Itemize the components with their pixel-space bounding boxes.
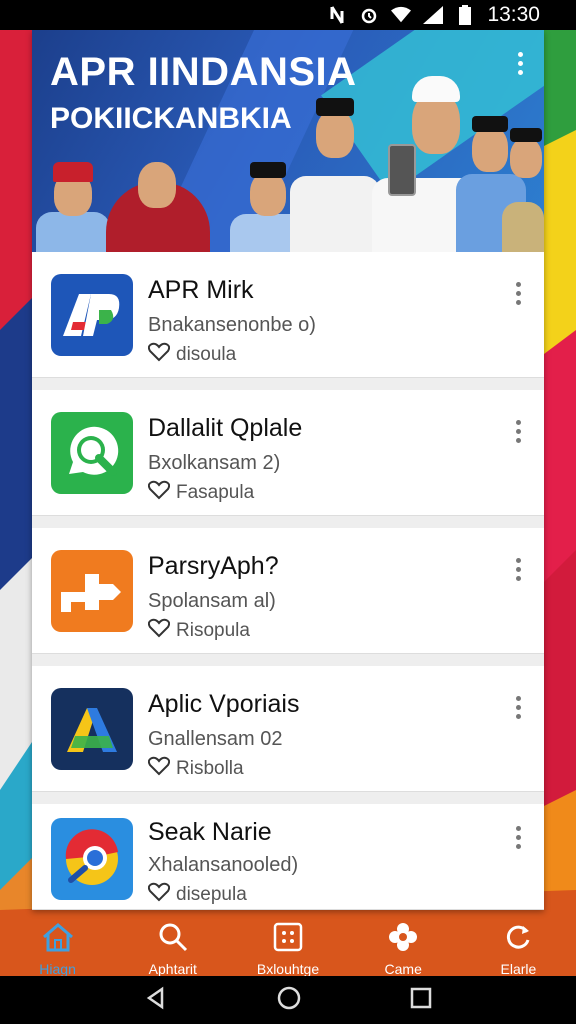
nav-label: Hiagn — [39, 961, 76, 977]
list-item[interactable]: Seak Narie Xhalansanooled) disepula — [32, 804, 544, 910]
app-subtitle: Xhalansanooled) — [148, 854, 299, 876]
app-list-card: APR IINDANSIA POKIICKANBKIA APR Mirk Bna… — [32, 30, 544, 910]
home-circle-icon[interactable] — [276, 985, 302, 1016]
apr-logo-icon — [51, 274, 133, 356]
nav-label: Bxlouhtge — [256, 961, 320, 977]
more-icon[interactable] — [516, 558, 522, 585]
nav-grid[interactable]: Bxlouhtge — [230, 910, 345, 977]
list-item[interactable]: APR Mirk Bnakansenonbe o) disoula — [32, 252, 544, 378]
grid-icon — [273, 922, 303, 957]
banner-person — [32, 152, 114, 252]
nav-game[interactable]: Came — [346, 910, 461, 977]
favorite-row[interactable]: Fasapula — [147, 480, 255, 506]
more-icon[interactable] — [516, 826, 522, 853]
favorite-row[interactable]: disepula — [147, 882, 247, 908]
home-icon — [41, 922, 75, 957]
app-name: Dallalit Qplale — [148, 414, 303, 442]
app-subtitle: Gnallensam 02 — [148, 728, 283, 750]
app-subtitle: Bnakansenonbe o) — [148, 314, 316, 336]
favorite-label: disepula — [176, 884, 247, 905]
heart-icon — [147, 618, 171, 644]
battery-icon — [455, 5, 475, 25]
banner-person — [502, 128, 544, 252]
nav-refresh[interactable]: Elarle — [461, 910, 576, 977]
favorite-row[interactable]: disoula — [147, 342, 237, 368]
wifi-icon — [391, 5, 412, 25]
more-icon[interactable] — [516, 282, 522, 309]
promo-banner[interactable]: APR IINDANSIA POKIICKANBKIA — [32, 30, 544, 252]
favorite-label: disoula — [176, 344, 237, 365]
search-icon — [158, 922, 188, 957]
favorite-label: Fasapula — [176, 482, 255, 503]
nav-label: Came — [384, 961, 422, 977]
recents-icon[interactable] — [410, 987, 432, 1014]
status-time: 13:30 — [487, 3, 540, 26]
more-icon[interactable] — [516, 696, 522, 723]
arrow-puzzle-icon — [51, 550, 133, 632]
refresh-icon — [503, 922, 533, 957]
magnifier-chat-icon — [51, 412, 133, 494]
heart-icon — [147, 882, 171, 908]
favorite-label: Risbolla — [176, 758, 244, 779]
heart-icon — [147, 480, 171, 506]
favorite-row[interactable]: Risopula — [147, 618, 250, 644]
favorite-row[interactable]: Risbolla — [147, 756, 244, 782]
app-name: Aplic Vporiais — [148, 690, 300, 718]
heart-icon — [147, 342, 171, 368]
more-icon[interactable] — [516, 420, 522, 447]
app-name: ParsryAph? — [148, 552, 279, 580]
flower-icon — [388, 922, 418, 957]
list-item[interactable]: ParsryAph? Spolansam al) Risopula — [32, 528, 544, 654]
app-name: Seak Narie — [148, 818, 272, 846]
banner-more-icon[interactable] — [518, 52, 526, 79]
list-item[interactable]: Aplic Vporiais Gnallensam 02 Risbolla — [32, 666, 544, 792]
nav-home[interactable]: Hiagn — [0, 910, 115, 977]
banner-title: APR IINDANSIA — [50, 50, 357, 94]
notification-icon — [327, 5, 347, 25]
triangle-a-icon — [51, 688, 133, 770]
swirl-browser-icon — [51, 818, 133, 900]
favorite-label: Risopula — [176, 620, 250, 641]
list-item[interactable]: Dallalit Qplale Bxolkansam 2) Fasapula — [32, 390, 544, 516]
system-nav-bar — [0, 976, 576, 1024]
app-subtitle: Spolansam al) — [148, 590, 276, 612]
heart-icon — [147, 756, 171, 782]
bottom-nav: Hiagn Aphtarit Bxlouhtge Came Elarle — [0, 910, 576, 977]
banner-person — [106, 142, 210, 252]
app-name: APR Mirk — [148, 276, 254, 304]
back-icon[interactable] — [144, 986, 168, 1015]
status-bar: 13:30 — [0, 0, 576, 30]
banner-subtitle: POKIICKANBKIA — [50, 102, 292, 135]
signal-icon — [423, 5, 444, 25]
nav-search[interactable]: Aphtarit — [115, 910, 230, 977]
nav-label: Elarle — [500, 961, 537, 977]
app-subtitle: Bxolkansam 2) — [148, 452, 281, 474]
alarm-icon — [359, 5, 379, 25]
nav-label: Aphtarit — [148, 961, 197, 977]
